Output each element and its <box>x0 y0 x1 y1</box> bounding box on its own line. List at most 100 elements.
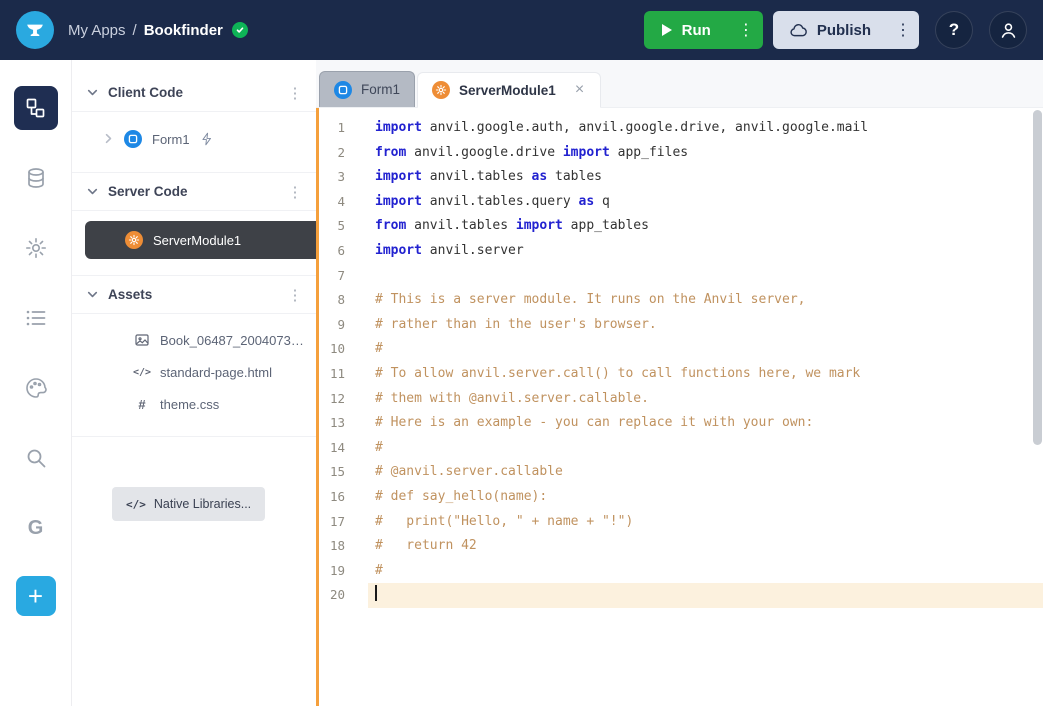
code-token: anvil.google.drive <box>406 145 563 160</box>
line-number: 16 <box>319 485 368 510</box>
kebab-icon[interactable]: ⋮ <box>284 286 306 304</box>
scrollbar-thumb[interactable] <box>1033 110 1042 445</box>
code-line[interactable]: import anvil.tables as tables <box>368 165 1043 190</box>
code-area[interactable]: import anvil.google.auth, anvil.google.d… <box>368 108 1043 706</box>
code-line[interactable]: # To allow anvil.server.call() to call f… <box>368 362 1043 387</box>
code-line[interactable]: # print("Hello, " + name + "!") <box>368 510 1043 535</box>
rail-item-theme[interactable] <box>14 366 58 410</box>
line-number: 20 <box>319 583 368 608</box>
rail-item-google-services[interactable]: G <box>14 506 58 550</box>
question-icon: ? <box>949 20 959 40</box>
tab-label: ServerModule1 <box>459 83 556 98</box>
tree-item[interactable]: ServerModule1 <box>85 221 316 259</box>
section-header[interactable]: Assets⋮ <box>72 276 316 314</box>
line-number: 7 <box>319 264 368 289</box>
tree-item-label: Form1 <box>152 132 190 147</box>
topbar: My Apps / Bookfinder Run ⋮ Publish ⋮ <box>0 0 1043 60</box>
code-line[interactable]: # them with @anvil.server.callable. <box>368 387 1043 412</box>
code-line[interactable]: from anvil.tables import app_tables <box>368 214 1043 239</box>
tab-form1[interactable]: Form1 <box>319 71 415 107</box>
tree-item-label: theme.css <box>160 397 219 412</box>
line-number: 14 <box>319 436 368 461</box>
code-token: # them with @anvil.server.callable. <box>375 391 649 406</box>
code-token: # To allow anvil.server.call() to call f… <box>375 366 860 381</box>
rail-item-data-tables[interactable] <box>14 156 58 200</box>
line-number: 6 <box>319 239 368 264</box>
close-icon[interactable]: × <box>573 81 586 99</box>
hash-icon: # <box>134 397 150 412</box>
tree-item[interactable]: </>standard-page.html <box>72 356 316 388</box>
tree-item[interactable]: # theme.css <box>72 388 316 420</box>
code-token: anvil.server <box>422 243 524 258</box>
code-token: as <box>532 169 548 184</box>
line-number: 19 <box>319 559 368 584</box>
code-token: # Here is an example - you can replace i… <box>375 415 813 430</box>
code-line[interactable]: # rather than in the user's browser. <box>368 313 1043 338</box>
code-line[interactable]: # @anvil.server.callable <box>368 460 1043 485</box>
app-tree-icon <box>24 96 48 120</box>
code-line-current[interactable] <box>368 583 1043 608</box>
section-header[interactable]: Server Code⋮ <box>72 173 316 211</box>
line-number: 5 <box>319 214 368 239</box>
publish-menu-button[interactable]: ⋮ <box>887 11 919 49</box>
breadcrumb-my-apps[interactable]: My Apps <box>68 22 126 39</box>
tab-servermodule1[interactable]: ServerModule1 × <box>417 72 601 108</box>
tree-item-label: ServerModule1 <box>153 233 241 248</box>
code-token: import <box>375 243 422 258</box>
code-line[interactable]: # <box>368 337 1043 362</box>
help-button[interactable]: ? <box>935 11 973 49</box>
code-icon: </> <box>126 498 146 511</box>
chevron-down-icon <box>86 288 100 302</box>
rail-item-app-browser[interactable] <box>14 86 58 130</box>
add-button[interactable]: + <box>16 576 56 616</box>
code-line[interactable]: # <box>368 559 1043 584</box>
line-number: 8 <box>319 288 368 313</box>
google-icon: G <box>28 517 44 540</box>
rail-item-settings[interactable] <box>14 226 58 270</box>
app-browser-panel: Client Code⋮Form1Server Code⋮ServerModul… <box>72 60 316 706</box>
code-line[interactable]: # return 42 <box>368 534 1043 559</box>
breadcrumb-separator: / <box>133 22 137 39</box>
kebab-icon[interactable]: ⋮ <box>284 84 306 102</box>
code-token: from <box>375 145 406 160</box>
line-number: 12 <box>319 387 368 412</box>
rail-item-logs[interactable] <box>14 296 58 340</box>
publish-button[interactable]: Publish <box>773 11 887 49</box>
verified-badge-icon <box>232 22 248 38</box>
line-number: 3 <box>319 165 368 190</box>
run-button[interactable]: Run <box>644 11 729 49</box>
code-line[interactable]: # <box>368 436 1043 461</box>
tree-item[interactable]: Form1 <box>72 122 316 156</box>
run-menu-button[interactable]: ⋮ <box>729 11 763 49</box>
section-items: Form1 <box>72 112 316 172</box>
tree-item[interactable]: Book_06487_2004073… <box>72 324 316 356</box>
run-label: Run <box>682 22 711 39</box>
code-line[interactable]: # Here is an example - you can replace i… <box>368 411 1043 436</box>
main-body: G + Client Code⋮Form1Server Code⋮ServerM… <box>0 60 1043 706</box>
code-token: # <box>375 563 383 578</box>
account-button[interactable] <box>989 11 1027 49</box>
line-number: 11 <box>319 362 368 387</box>
anvil-logo[interactable] <box>16 11 54 49</box>
tree-item-label: standard-page.html <box>160 365 272 380</box>
code-line[interactable]: # def say_hello(name): <box>368 485 1043 510</box>
rail-item-search[interactable] <box>14 436 58 480</box>
kebab-icon: ⋮ <box>738 22 754 39</box>
code-token: q <box>594 194 610 209</box>
section-header[interactable]: Client Code⋮ <box>72 74 316 112</box>
code-line[interactable]: import anvil.tables.query as q <box>368 190 1043 215</box>
section-label: Server Code <box>108 184 284 199</box>
code-editor[interactable]: 1234567891011121314151617181920 import a… <box>316 108 1043 706</box>
code-line[interactable] <box>368 264 1043 289</box>
native-libraries-button[interactable]: </> Native Libraries... <box>112 487 265 521</box>
gear-icon <box>24 236 48 260</box>
kebab-icon[interactable]: ⋮ <box>284 183 306 201</box>
code-line[interactable]: # This is a server module. It runs on th… <box>368 288 1043 313</box>
section-label: Client Code <box>108 85 284 100</box>
code-token: # def say_hello(name): <box>375 489 547 504</box>
code-token: # <box>375 440 383 455</box>
code-line[interactable]: import anvil.google.auth, anvil.google.d… <box>368 116 1043 141</box>
tree-item-label: Book_06487_2004073… <box>160 333 304 348</box>
code-line[interactable]: from anvil.google.drive import app_files <box>368 141 1043 166</box>
code-line[interactable]: import anvil.server <box>368 239 1043 264</box>
